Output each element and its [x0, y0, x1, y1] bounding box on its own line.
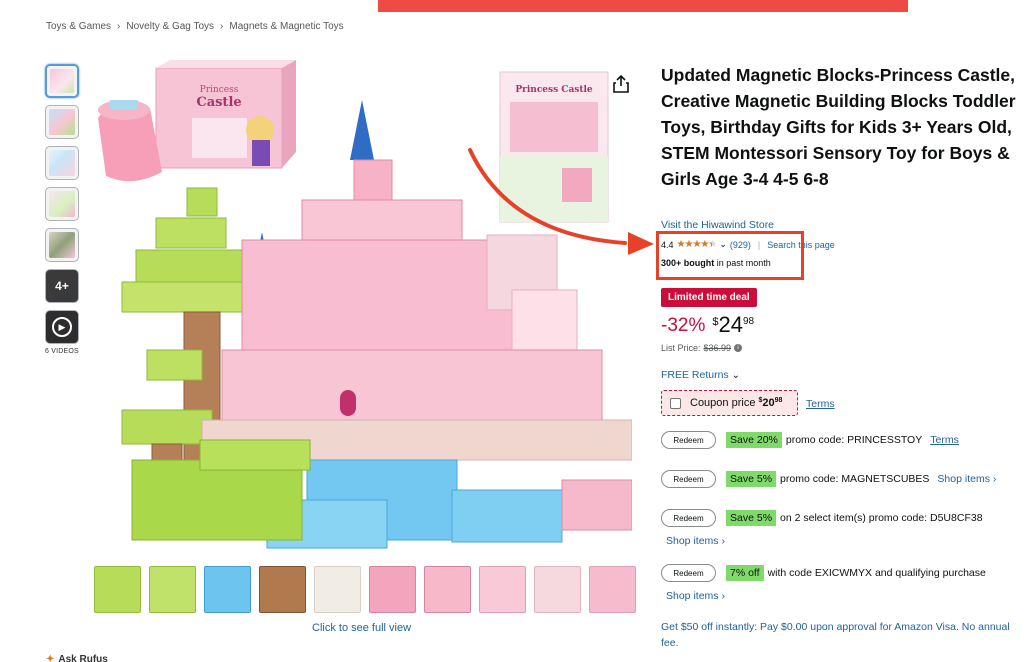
- shop-items-link[interactable]: Shop items ›: [666, 590, 725, 602]
- thumbnail-video[interactable]: ▶: [45, 310, 79, 344]
- save-badge: Save 20%: [726, 432, 782, 448]
- product-title: Updated Magnetic Blocks-Princess Castle,…: [661, 65, 1016, 189]
- visa-offer-link[interactable]: Get $50 off instantly: Pay $0.00 upon ap…: [661, 619, 1016, 651]
- coupon-terms-link[interactable]: Terms: [806, 398, 835, 410]
- variant-pink-plain[interactable]: [589, 566, 636, 613]
- svg-text:Princess Castle: Princess Castle: [515, 85, 593, 95]
- water-blocks: [266, 459, 563, 549]
- videos-label: 6 VIDEOS: [45, 348, 79, 355]
- svg-text:Princess: Princess: [200, 85, 239, 95]
- promo-text: promo code: MAGNETSCUBES: [780, 473, 930, 485]
- storage-bag-image: [98, 100, 162, 182]
- full-view-link[interactable]: Click to see full view: [312, 622, 411, 634]
- promo-text: on 2 select item(s) promo code: D5U8CF38: [780, 512, 983, 524]
- breadcrumb: Toys & Games › Novelty & Gag Toys › Magn…: [46, 21, 344, 32]
- product-box-image: Princess Castle: [155, 60, 296, 169]
- shop-items-link[interactable]: Shop items ›: [937, 473, 996, 485]
- breadcrumb-separator: ›: [220, 21, 224, 32]
- variant-white-brick[interactable]: [314, 566, 361, 613]
- save-badge: Save 5%: [726, 471, 777, 487]
- redeem-button[interactable]: Redeem: [661, 431, 716, 449]
- promo-row-1: Redeem Save 20% promo code: PRINCESSTOY …: [661, 431, 959, 449]
- variant-swatches: [94, 566, 636, 613]
- top-banner: [378, 0, 908, 12]
- variant-pink-window[interactable]: [424, 566, 471, 613]
- annotation-arrow: [468, 148, 654, 255]
- redeem-button[interactable]: Redeem: [661, 564, 716, 582]
- thumbnail-1[interactable]: [45, 64, 79, 98]
- breadcrumb-item-novelty[interactable]: Novelty & Gag Toys: [126, 21, 214, 32]
- breadcrumb-item-magnets[interactable]: Magnets & Magnetic Toys: [229, 21, 343, 32]
- coupon-label: Coupon price: [690, 397, 756, 409]
- thumbnail-5[interactable]: [45, 228, 79, 262]
- save-badge: 7% off: [726, 565, 764, 581]
- ask-rufus-button[interactable]: ✦ Ask Rufus: [46, 654, 108, 662]
- promo-text: with code EXICWMYX and qualifying purcha…: [767, 567, 986, 579]
- promo-row-4: Redeem 7% off with code EXICWMYX and qua…: [661, 564, 986, 582]
- price-fraction: 98: [742, 316, 755, 327]
- play-icon: ▶: [52, 317, 72, 337]
- thumbnail-more-label: 4+: [55, 279, 69, 293]
- variant-pink-brick[interactable]: [534, 566, 581, 613]
- svg-text:Castle: Castle: [196, 95, 241, 110]
- thumbnail-more[interactable]: 4+: [45, 269, 79, 303]
- redeem-button[interactable]: Redeem: [661, 509, 716, 527]
- list-price: List Price: $36.99 i: [661, 343, 743, 353]
- ask-rufus-label: Ask Rufus: [58, 654, 108, 662]
- variant-green-flower[interactable]: [94, 566, 141, 613]
- info-icon[interactable]: i: [734, 344, 743, 352]
- promo-row-3: Redeem Save 5% on 2 select item(s) promo…: [661, 509, 983, 527]
- thumbnail-strip: 4+ ▶ 6 VIDEOS: [45, 64, 81, 355]
- variant-green-flower-2[interactable]: [149, 566, 196, 613]
- share-icon[interactable]: [612, 74, 630, 94]
- discount-percent: -32%: [661, 315, 706, 336]
- list-price-label: List Price:: [661, 343, 701, 353]
- price: -32% $ 24 98: [661, 312, 754, 338]
- coupon-box[interactable]: Coupon price $2098: [661, 390, 798, 416]
- promo-text: promo code: PRINCESSTOY: [785, 434, 923, 446]
- free-returns-link[interactable]: FREE Returns ⌄: [661, 369, 740, 381]
- redeem-button[interactable]: Redeem: [661, 470, 716, 488]
- thumbnail-2[interactable]: [45, 105, 79, 139]
- main-product-image[interactable]: Princess Castle Princess Castle: [92, 60, 632, 560]
- chevron-down-icon: ⌄: [731, 370, 740, 381]
- store-link[interactable]: Visit the Hiwawind Store: [661, 219, 774, 231]
- free-returns-label: FREE Returns: [661, 369, 729, 381]
- promo-terms-link[interactable]: Terms: [930, 434, 959, 446]
- variant-wood[interactable]: [259, 566, 306, 613]
- rufus-icon: ✦: [46, 654, 55, 662]
- thumbnail-3[interactable]: [45, 146, 79, 180]
- variant-water[interactable]: [204, 566, 251, 613]
- save-badge: Save 5%: [726, 510, 777, 526]
- coupon-checkbox[interactable]: [670, 397, 681, 409]
- coupon-price: $2098: [758, 397, 783, 409]
- breadcrumb-separator: ›: [117, 21, 121, 32]
- list-price-value: $36.99: [703, 343, 732, 353]
- price-whole: 24: [718, 312, 743, 337]
- variant-pink-arch[interactable]: [479, 566, 526, 613]
- thumbnail-4[interactable]: [45, 187, 79, 221]
- breadcrumb-item-toys-games[interactable]: Toys & Games: [46, 21, 111, 32]
- promo-row-2: Redeem Save 5% promo code: MAGNETSCUBES …: [661, 470, 996, 488]
- annotation-highlight-box: [656, 231, 804, 280]
- shop-items-link[interactable]: Shop items ›: [666, 535, 725, 547]
- variant-pink-door[interactable]: [369, 566, 416, 613]
- deal-badge: Limited time deal: [661, 288, 757, 307]
